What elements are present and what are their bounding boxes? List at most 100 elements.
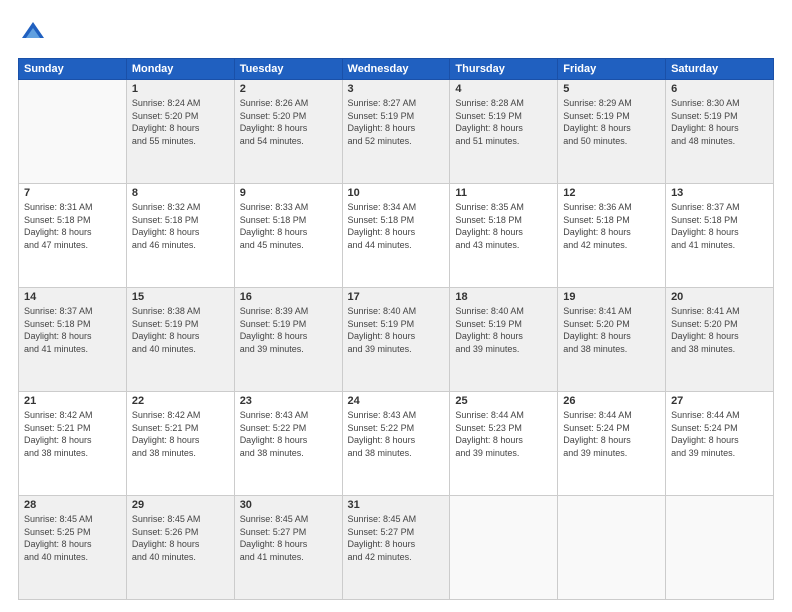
day-info: Sunrise: 8:37 AM Sunset: 5:18 PM Dayligh… — [671, 201, 768, 251]
weekday-header-monday: Monday — [126, 59, 234, 80]
page: SundayMondayTuesdayWednesdayThursdayFrid… — [0, 0, 792, 612]
weekday-header-thursday: Thursday — [450, 59, 558, 80]
day-number: 31 — [348, 499, 445, 511]
calendar-cell: 8 Sunrise: 8:32 AM Sunset: 5:18 PM Daylig… — [126, 184, 234, 288]
day-number: 15 — [132, 291, 229, 303]
calendar-cell: 14 Sunrise: 8:37 AM Sunset: 5:18 PM Dayli… — [19, 288, 127, 392]
day-number: 17 — [348, 291, 445, 303]
calendar-cell: 1 Sunrise: 8:24 AM Sunset: 5:20 PM Daylig… — [126, 80, 234, 184]
day-info: Sunrise: 8:42 AM Sunset: 5:21 PM Dayligh… — [132, 409, 229, 459]
calendar-cell: 7 Sunrise: 8:31 AM Sunset: 5:18 PM Daylig… — [19, 184, 127, 288]
calendar-cell: 26 Sunrise: 8:44 AM Sunset: 5:24 PM Dayli… — [558, 392, 666, 496]
day-info: Sunrise: 8:44 AM Sunset: 5:24 PM Dayligh… — [671, 409, 768, 459]
header — [18, 18, 774, 48]
day-number: 23 — [240, 395, 337, 407]
calendar-cell — [558, 496, 666, 600]
weekday-header-sunday: Sunday — [19, 59, 127, 80]
day-info: Sunrise: 8:39 AM Sunset: 5:19 PM Dayligh… — [240, 305, 337, 355]
calendar-cell: 17 Sunrise: 8:40 AM Sunset: 5:19 PM Dayli… — [342, 288, 450, 392]
calendar-cell: 16 Sunrise: 8:39 AM Sunset: 5:19 PM Dayli… — [234, 288, 342, 392]
day-number: 28 — [24, 499, 121, 511]
day-info: Sunrise: 8:41 AM Sunset: 5:20 PM Dayligh… — [563, 305, 660, 355]
day-info: Sunrise: 8:37 AM Sunset: 5:18 PM Dayligh… — [24, 305, 121, 355]
calendar-cell: 22 Sunrise: 8:42 AM Sunset: 5:21 PM Dayli… — [126, 392, 234, 496]
day-info: Sunrise: 8:40 AM Sunset: 5:19 PM Dayligh… — [455, 305, 552, 355]
day-info: Sunrise: 8:28 AM Sunset: 5:19 PM Dayligh… — [455, 97, 552, 147]
calendar-cell — [666, 496, 774, 600]
day-number: 13 — [671, 187, 768, 199]
calendar-cell: 23 Sunrise: 8:43 AM Sunset: 5:22 PM Dayli… — [234, 392, 342, 496]
day-info: Sunrise: 8:35 AM Sunset: 5:18 PM Dayligh… — [455, 201, 552, 251]
day-number: 18 — [455, 291, 552, 303]
day-info: Sunrise: 8:26 AM Sunset: 5:20 PM Dayligh… — [240, 97, 337, 147]
day-number: 5 — [563, 83, 660, 95]
day-info: Sunrise: 8:32 AM Sunset: 5:18 PM Dayligh… — [132, 201, 229, 251]
calendar-cell — [450, 496, 558, 600]
calendar-cell: 20Sunrise: 8:41 AM Sunset: 5:20 PM Dayli… — [666, 288, 774, 392]
weekday-header-tuesday: Tuesday — [234, 59, 342, 80]
calendar-cell: 6Sunrise: 8:30 AM Sunset: 5:19 PM Daylig… — [666, 80, 774, 184]
day-number: 12 — [563, 187, 660, 199]
calendar-cell — [19, 80, 127, 184]
day-info: Sunrise: 8:45 AM Sunset: 5:27 PM Dayligh… — [240, 513, 337, 563]
day-info: Sunrise: 8:31 AM Sunset: 5:18 PM Dayligh… — [24, 201, 121, 251]
day-number: 24 — [348, 395, 445, 407]
day-number: 8 — [132, 187, 229, 199]
calendar-cell: 31 Sunrise: 8:45 AM Sunset: 5:27 PM Dayli… — [342, 496, 450, 600]
weekday-header-row: SundayMondayTuesdayWednesdayThursdayFrid… — [19, 59, 774, 80]
week-row-3: 14 Sunrise: 8:37 AM Sunset: 5:18 PM Dayli… — [19, 288, 774, 392]
day-info: Sunrise: 8:33 AM Sunset: 5:18 PM Dayligh… — [240, 201, 337, 251]
day-number: 29 — [132, 499, 229, 511]
day-number: 26 — [563, 395, 660, 407]
logo-icon — [18, 18, 48, 48]
week-row-4: 21 Sunrise: 8:42 AM Sunset: 5:21 PM Dayli… — [19, 392, 774, 496]
calendar-cell: 21Sunrise: 8:42 AM Sunset: 5:21 PM Dayli… — [19, 392, 127, 496]
logo — [18, 18, 52, 48]
calendar-cell: 5 Sunrise: 8:29 AM Sunset: 5:19 PM Daylig… — [558, 80, 666, 184]
day-info: Sunrise: 8:44 AM Sunset: 5:23 PM Dayligh… — [455, 409, 552, 459]
day-info: Sunrise: 8:44 AM Sunset: 5:24 PM Dayligh… — [563, 409, 660, 459]
calendar: SundayMondayTuesdayWednesdayThursdayFrid… — [18, 58, 774, 600]
day-info: Sunrise: 8:29 AM Sunset: 5:19 PM Dayligh… — [563, 97, 660, 147]
day-number: 25 — [455, 395, 552, 407]
calendar-cell: 11 Sunrise: 8:35 AM Sunset: 5:18 PM Dayli… — [450, 184, 558, 288]
day-number: 10 — [348, 187, 445, 199]
day-number: 19 — [563, 291, 660, 303]
calendar-cell: 13 Sunrise: 8:37 AM Sunset: 5:18 PM Dayli… — [666, 184, 774, 288]
weekday-header-saturday: Saturday — [666, 59, 774, 80]
day-number: 21 — [24, 395, 121, 407]
day-info: Sunrise: 8:45 AM Sunset: 5:27 PM Dayligh… — [348, 513, 445, 563]
weekday-header-wednesday: Wednesday — [342, 59, 450, 80]
calendar-cell: 4Sunrise: 8:28 AM Sunset: 5:19 PM Daylig… — [450, 80, 558, 184]
day-number: 27 — [671, 395, 768, 407]
day-number: 20 — [671, 291, 768, 303]
day-info: Sunrise: 8:45 AM Sunset: 5:25 PM Dayligh… — [24, 513, 121, 563]
day-info: Sunrise: 8:38 AM Sunset: 5:19 PM Dayligh… — [132, 305, 229, 355]
week-row-1: 1 Sunrise: 8:24 AM Sunset: 5:20 PM Daylig… — [19, 80, 774, 184]
day-number: 7 — [24, 187, 121, 199]
day-info: Sunrise: 8:43 AM Sunset: 5:22 PM Dayligh… — [240, 409, 337, 459]
calendar-cell: 15 Sunrise: 8:38 AM Sunset: 5:19 PM Dayli… — [126, 288, 234, 392]
day-number: 11 — [455, 187, 552, 199]
calendar-cell: 10 Sunrise: 8:34 AM Sunset: 5:18 PM Dayli… — [342, 184, 450, 288]
day-info: Sunrise: 8:36 AM Sunset: 5:18 PM Dayligh… — [563, 201, 660, 251]
calendar-cell: 18 Sunrise: 8:40 AM Sunset: 5:19 PM Dayli… — [450, 288, 558, 392]
day-number: 1 — [132, 83, 229, 95]
calendar-cell: 12 Sunrise: 8:36 AM Sunset: 5:18 PM Dayli… — [558, 184, 666, 288]
calendar-cell: 27 Sunrise: 8:44 AM Sunset: 5:24 PM Dayli… — [666, 392, 774, 496]
day-number: 16 — [240, 291, 337, 303]
calendar-cell: 30Sunrise: 8:45 AM Sunset: 5:27 PM Dayli… — [234, 496, 342, 600]
day-info: Sunrise: 8:34 AM Sunset: 5:18 PM Dayligh… — [348, 201, 445, 251]
day-number: 2 — [240, 83, 337, 95]
day-number: 22 — [132, 395, 229, 407]
calendar-cell: 3Sunrise: 8:27 AM Sunset: 5:19 PM Daylig… — [342, 80, 450, 184]
calendar-cell: 19 Sunrise: 8:41 AM Sunset: 5:20 PM Dayli… — [558, 288, 666, 392]
calendar-cell: 25 Sunrise: 8:44 AM Sunset: 5:23 PM Dayli… — [450, 392, 558, 496]
day-number: 14 — [24, 291, 121, 303]
calendar-cell: 9Sunrise: 8:33 AM Sunset: 5:18 PM Daylig… — [234, 184, 342, 288]
day-info: Sunrise: 8:24 AM Sunset: 5:20 PM Dayligh… — [132, 97, 229, 147]
day-info: Sunrise: 8:30 AM Sunset: 5:19 PM Dayligh… — [671, 97, 768, 147]
day-info: Sunrise: 8:40 AM Sunset: 5:19 PM Dayligh… — [348, 305, 445, 355]
day-info: Sunrise: 8:43 AM Sunset: 5:22 PM Dayligh… — [348, 409, 445, 459]
week-row-5: 28 Sunrise: 8:45 AM Sunset: 5:25 PM Dayli… — [19, 496, 774, 600]
